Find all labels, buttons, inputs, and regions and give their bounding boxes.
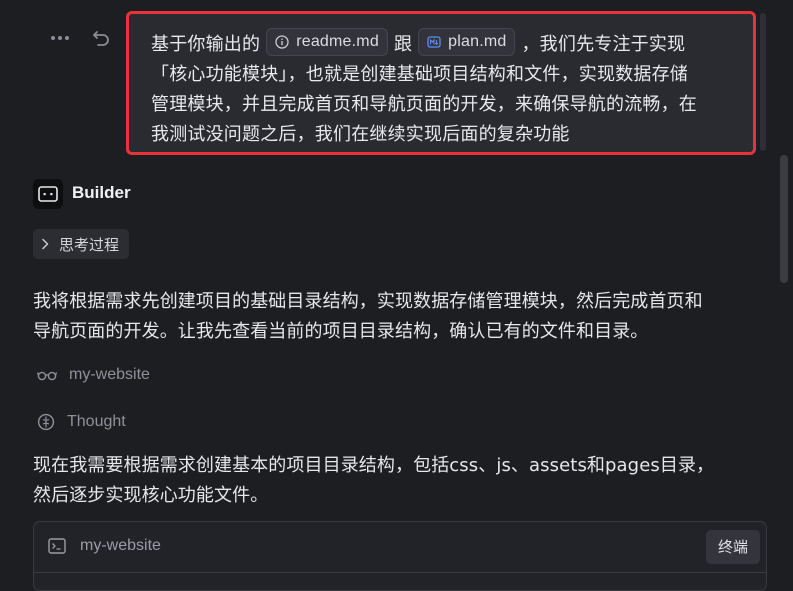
readme-file-chip[interactable]: readme.md [266,28,388,56]
plan-file-chip-label: plan.md [448,33,507,50]
info-icon [275,35,289,49]
response-paragraph: 我将根据需求先创建项目的基础目录结构，实现数据存储管理模块，然后完成首页和 导航… [33,287,703,347]
readme-file-chip-label: readme.md [296,33,379,50]
agent-name: Builder [72,183,131,202]
terminal-header: my-website 终端 [34,522,766,573]
view-directory-label: my-website [69,366,150,383]
response-paragraph: 现在我需要根据需求创建基本的项目目录结构，包括css、js、assets和pag… [33,451,714,511]
view-directory-step[interactable]: my-website [37,366,150,384]
builder-agent-icon [33,179,63,209]
markdown-file-icon [427,36,441,48]
response-line: 现在我需要根据需求创建基本的项目目录结构，包括css、js、assets和pag… [33,455,715,476]
chat-scrollbar[interactable] [780,155,788,283]
user-message-text: 基于你输出的 readme.md 跟 plan.md ，我们先专注于实现 「核心功能模块… [151,28,733,150]
chevron-right-icon [42,238,49,250]
response-line: 导航页面的开发。让我先查看当前的项目目录结构，确认已有的文件和目录。 [33,321,649,342]
terminal-icon [48,537,66,555]
terminal-name: my-website [80,537,161,554]
user-message-part: 基于你输出的 [151,34,261,55]
more-horizontal-icon[interactable] [49,27,71,49]
plan-file-chip[interactable]: plan.md [418,28,516,56]
response-line: 然后逐步实现核心功能文件。 [33,485,269,506]
user-message-part: ，我们先专注于实现 [521,34,686,55]
thinking-process-toggle[interactable]: 思考过程 [33,229,130,259]
undo-icon[interactable] [90,27,112,49]
glasses-icon [37,371,57,381]
thought-step[interactable]: Thought [37,413,126,431]
user-message-part: 跟 [393,34,413,55]
user-message: 基于你输出的 readme.md 跟 plan.md ，我们先专注于实现 「核心功能模块… [126,11,756,155]
terminal-card: my-website 终端 [33,521,767,591]
thought-icon [37,413,55,431]
user-message-line: 「核心功能模块」，也就是创建基础项目结构和文件，实现数据存储 [151,64,688,85]
user-message-line: 管理模块，并且完成首页和导航页面的开发，来确保导航的流畅，在 [151,94,697,115]
user-message-line: 我测试没问题之后，我们在继续实现后面的复杂功能 [151,124,570,145]
thought-label: Thought [67,413,126,430]
bubble-scrollbar[interactable] [760,13,766,151]
thinking-process-label: 思考过程 [59,235,120,254]
response-line: 我将根据需求先创建项目的基础目录结构，实现数据存储管理模块，然后完成首页和 [33,291,703,312]
open-terminal-button[interactable]: 终端 [705,530,760,564]
